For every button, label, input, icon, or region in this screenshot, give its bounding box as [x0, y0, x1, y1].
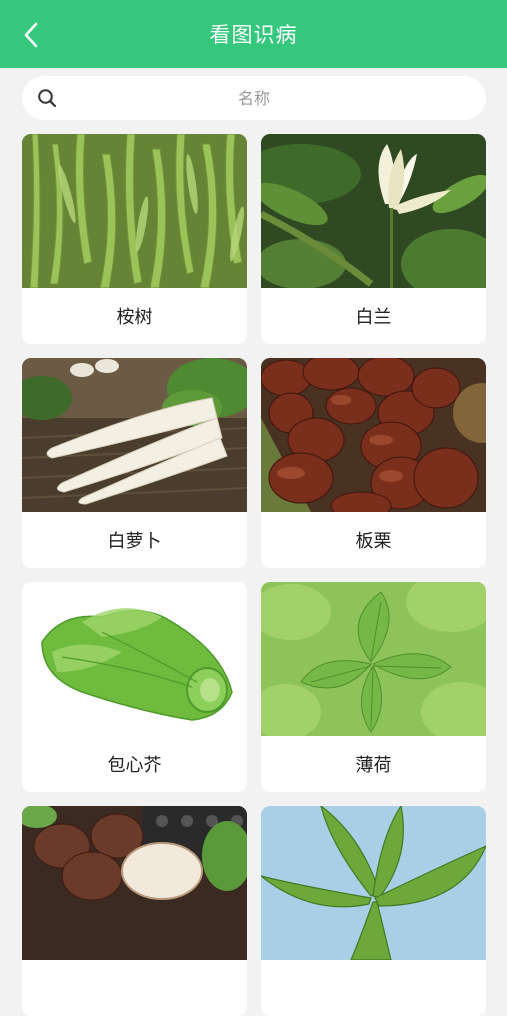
plant-card-8[interactable]	[261, 806, 486, 1016]
plant-name: 包心芥	[107, 755, 162, 776]
plant-card-eucalyptus[interactable]: 桉树	[22, 134, 247, 344]
plant-name: 桉树	[116, 307, 153, 328]
search-icon	[36, 87, 58, 109]
plant-name: 薄荷	[355, 755, 392, 776]
plant-card-mustard-greens[interactable]: 包心芥	[22, 582, 247, 792]
plant-photo-7	[22, 806, 247, 960]
plant-name	[261, 960, 486, 1016]
page-title: 看图识病	[209, 23, 298, 47]
chevron-left-icon	[24, 22, 38, 48]
plant-card-7[interactable]	[22, 806, 247, 1016]
plant-name	[22, 960, 247, 1016]
plant-photo-8	[261, 806, 486, 960]
plant-photo-white-radish	[22, 358, 247, 512]
plant-photo-mint	[261, 582, 486, 736]
search-input[interactable]	[58, 87, 450, 109]
plant-name: 白萝卜	[107, 531, 162, 552]
plant-card-chestnut[interactable]: 板栗	[261, 358, 486, 568]
plant-card-magnolia[interactable]: 白兰	[261, 134, 486, 344]
plant-photo-mustard-greens	[22, 582, 247, 736]
plant-card-mint[interactable]: 薄荷	[261, 582, 486, 792]
back-button[interactable]	[14, 18, 48, 52]
plant-card-white-radish[interactable]: 白萝卜	[22, 358, 247, 568]
plant-photo-magnolia	[261, 134, 486, 288]
app-header: 看图识病	[0, 0, 507, 68]
plant-photo-eucalyptus	[22, 134, 247, 288]
plant-name: 白兰	[355, 307, 392, 328]
plant-photo-chestnut	[261, 358, 486, 512]
search-bar[interactable]	[22, 76, 486, 120]
plant-name: 板栗	[355, 531, 392, 552]
